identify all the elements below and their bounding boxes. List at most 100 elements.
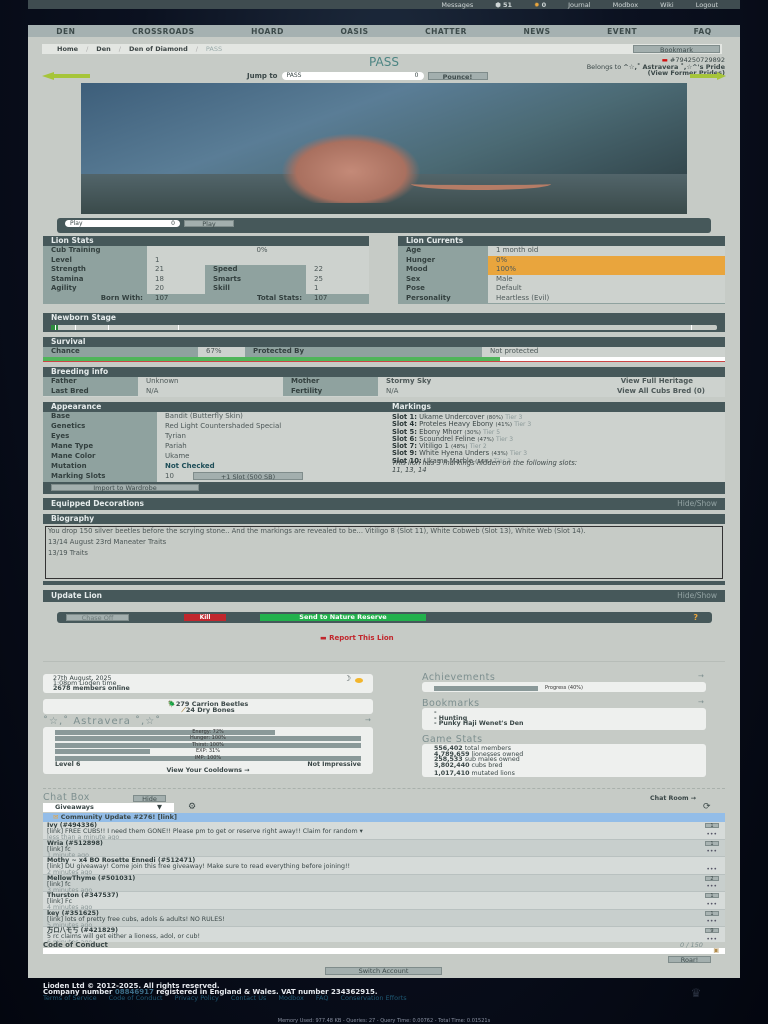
refresh-icon[interactable]: ⟳ [703,802,711,812]
report-lion-link[interactable]: ▬ Report This Lion [320,634,394,642]
switch-account-button[interactable]: Switch Account [325,967,442,975]
wiki-link[interactable]: Wiki [660,1,674,9]
breadcrumb-den-of-diamond[interactable]: Den of Diamond [129,45,188,53]
notification-count[interactable]: ⬢ 51 [495,1,512,9]
more-options-icon[interactable]: ••• [706,936,717,942]
view-heritage-link[interactable]: View Full Heritage [528,377,725,387]
logout-link[interactable]: Logout [696,1,718,9]
announcement-bar[interactable]: ✉ Community Update #276! [link] [43,813,725,822]
nav-faq[interactable]: FAQ [694,27,712,36]
reply-count-button[interactable]: 1 [705,893,719,899]
footer-link-terms[interactable]: Terms of Service [43,995,97,1002]
bookmark-item[interactable]: - Punky Haji Wenet's Den [434,721,694,727]
chat-hide-button[interactable]: Hide [133,795,166,802]
main-nav: DEN CROSSROADS HOARD OASIS CHATTER NEWS … [28,25,740,37]
modbox-link[interactable]: Modbox [613,1,638,9]
bookmark-button[interactable]: Bookmark [633,45,720,54]
survival-chance-value: 67% [198,347,245,357]
chat-message: MellowThyme (#501031) [link] fc 3 minutes … [43,874,725,893]
chat-room-select[interactable]: Giveaways ▼ [43,803,174,812]
breadcrumb-home[interactable]: Home [57,45,78,53]
import-wardrobe-button[interactable]: Import to Wardrobe [51,484,199,491]
gear-icon[interactable]: ⚙ [188,802,196,812]
event-count[interactable]: ✹ 0 [534,1,546,9]
decorations-toggle[interactable]: Hide/Show [677,498,717,510]
footer-link-contact[interactable]: Contact Us [231,995,267,1002]
chat-input[interactable]: ▣ [43,947,725,954]
reply-count-button[interactable]: 1 [705,910,719,916]
nav-den[interactable]: DEN [56,27,75,36]
nature-reserve-button[interactable]: Send to Nature Reserve [260,614,426,621]
appearance-value: Bandit (Butterfly Skin) [165,412,243,420]
appearance-value: Not Checked [165,462,215,470]
add-slot-button[interactable]: +1 Slot (500 SB) [193,472,303,481]
stat-text: cubs bred [471,761,503,769]
play-select[interactable]: Play 0 [65,220,180,227]
more-options-icon[interactable]: ••• [706,866,717,873]
lion-image [81,83,687,214]
kill-button[interactable]: Kill [184,614,226,621]
username-heading[interactable]: ˚☆,˚ Astravera ˚,☆˚ [43,716,161,727]
jump-input[interactable]: PASS 0 [281,72,424,80]
report-lion-text: Report This Lion [329,634,394,642]
members-online[interactable]: 2678 members online [53,685,363,691]
nav-hoard[interactable]: HOARD [251,27,284,36]
marking-tier: Tier 3 [510,450,528,458]
user-stat-bar: Thirst: 100% [55,742,361,748]
more-options-icon[interactable]: ••• [706,849,717,855]
reply-count-button[interactable]: 1 [705,840,719,846]
appearance-label: Genetics [51,422,86,430]
lion-stats-header: Lion Stats [43,236,369,246]
bookmarks-arrow-icon[interactable]: → [698,698,704,706]
marking-percent: (41%) [495,422,513,429]
reply-count-button[interactable]: 1 [705,823,719,829]
stat-label: Strength [43,265,147,275]
more-options-icon[interactable]: ••• [706,831,717,838]
achievements-arrow-icon[interactable]: → [698,672,704,680]
equipped-decorations-title: Equipped Decorations [51,499,144,508]
stat-label: Speed [205,265,306,275]
emoji-icon[interactable]: ▣ [713,947,719,954]
pounce-button[interactable]: Pounce! [427,72,488,81]
update-toggle[interactable]: Hide/Show [677,590,717,602]
nav-event[interactable]: EVENT [607,27,637,36]
user-arrow-icon[interactable]: → [365,716,371,724]
more-options-icon[interactable]: ••• [706,901,717,908]
view-cubs-link[interactable]: View All Cubs Bred (0) [528,386,725,396]
newborn-stage-header: Newborn Stage [43,313,725,323]
lion-currents-header: Lion Currents [398,236,725,246]
breadcrumb: Home / Den / Den of Diamond / PASS [42,44,722,54]
footer-link-modbox[interactable]: Modbox [278,995,303,1002]
chase-off-button[interactable]: Chase Off [66,614,129,621]
last-bred-value: N/A [138,386,283,396]
nav-news[interactable]: NEWS [523,27,550,36]
footer-link-privacy[interactable]: Privacy Policy [175,995,219,1002]
biography-line: You drop 150 silver beetles before the s… [48,527,586,535]
reply-count-button[interactable]: 2 [705,875,719,881]
footer-link-conduct[interactable]: Code of Conduct [109,995,163,1002]
footer-link-faq[interactable]: FAQ [316,995,329,1002]
chat-message: key (#351625) [link] lots of pretty free … [43,909,725,928]
mother-label: Mother [283,377,378,387]
reply-count-button[interactable]: 9 [705,928,719,934]
biography-section: Biography You drop 150 silver beetles be… [43,514,725,585]
chat-message: Thurston (#347537) [link] Fc 4 minutes ago… [43,892,725,911]
jump-to-row: Jump to PASS 0 Pounce! [247,72,488,81]
roar-button[interactable]: Roar! [668,956,711,963]
footer-link-conservation[interactable]: Conservation Efforts [340,995,406,1002]
breadcrumb-den[interactable]: Den [96,45,110,53]
chat-room-link[interactable]: Chat Room → [650,795,696,802]
mother-link[interactable]: Stormy Sky [378,377,528,387]
help-icon[interactable]: ? [693,613,698,622]
protected-by-label: Protected By [245,347,482,357]
nav-crossroads[interactable]: CROSSROADS [132,27,195,36]
messages-link[interactable]: Messages [441,1,473,9]
play-button[interactable]: Play [184,220,234,227]
journal-link[interactable]: Journal [568,1,590,9]
cooldowns-link[interactable]: View Your Cooldowns → [55,767,361,774]
more-options-icon[interactable]: ••• [706,884,717,890]
nav-oasis[interactable]: OASIS [340,27,368,36]
nav-chatter[interactable]: CHATTER [425,27,467,36]
more-options-icon[interactable]: ••• [706,919,717,925]
markings-list: Slot 1: Ukame Undercover (80%) Tier 3 Slo… [392,414,722,465]
